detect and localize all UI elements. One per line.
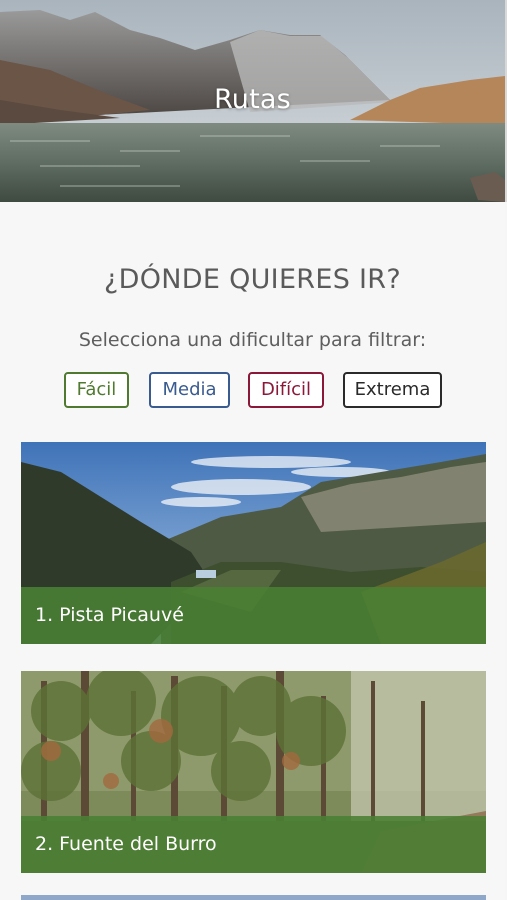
route-title: 1. Pista Picauvé [21, 587, 486, 644]
filter-hard-button[interactable]: Difícil [248, 372, 324, 408]
route-title: 2. Fuente del Burro [21, 816, 486, 873]
route-card[interactable]: 1. Pista Picauvé [21, 442, 486, 644]
filter-extreme-button[interactable]: Extrema [343, 372, 442, 408]
route-card[interactable]: 2. Fuente del Burro [21, 671, 486, 873]
page-title: Rutas [214, 84, 291, 115]
filter-easy-button[interactable]: Fácil [64, 372, 129, 408]
routes-section: ¿DÓNDE QUIERES IR? Selecciona una dificu… [0, 202, 505, 900]
filter-medium-button[interactable]: Media [149, 372, 230, 408]
filter-instruction: Selecciona una dificultar para filtrar: [78, 329, 427, 351]
hero-banner: Rutas [0, 0, 507, 202]
difficulty-filter-group: Fácil Media Difícil Extrema [0, 372, 505, 412]
next-route-card-edge [21, 895, 486, 900]
section-heading: ¿DÓNDE QUIERES IR? [103, 264, 402, 295]
